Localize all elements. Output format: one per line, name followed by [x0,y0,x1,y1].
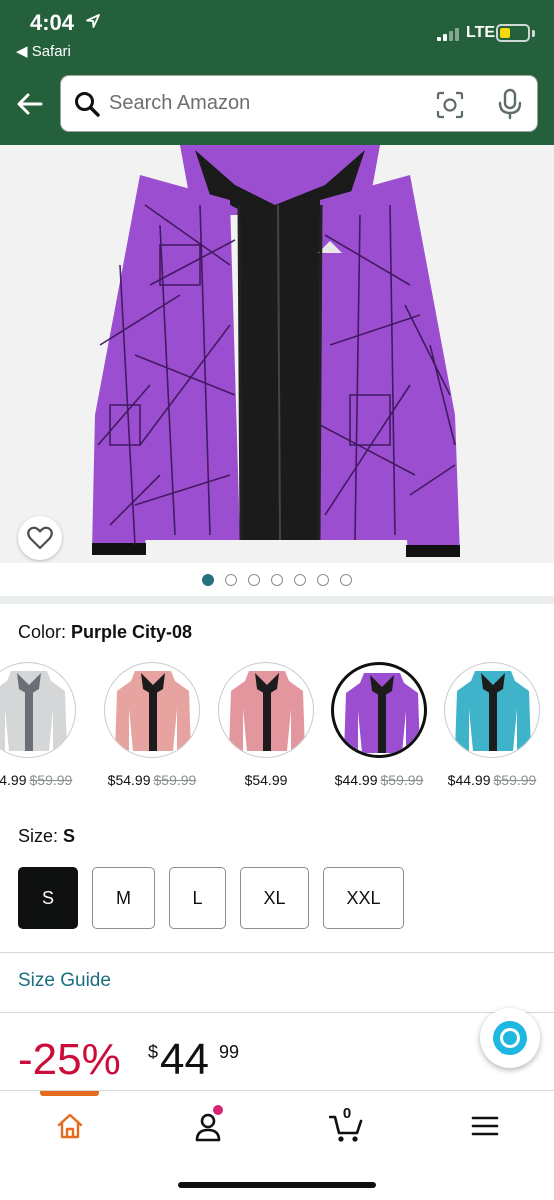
swatch-image [444,662,540,758]
product-image [92,145,460,557]
section-divider [0,596,554,604]
swatch-list-price: $59.99 [153,772,197,788]
alexa-icon [493,1021,527,1055]
top-header: 4:04 ◀ Safari LTE [0,0,554,145]
swatch-price: $44.99 $59.99 [424,772,554,788]
size-guide-link[interactable]: Size Guide [18,970,111,992]
swatch-current-price: $54.99 [244,772,288,788]
back-to-safari-link[interactable]: ◀ Safari [16,42,71,60]
color-selection-label: Color: Purple City-08 [18,622,192,643]
price-fraction: 99 [219,1042,240,1062]
swatch-price: $54.99$59.99 [0,772,96,788]
battery-level [500,28,510,38]
battery-icon [496,24,530,42]
color-label: Color: [18,622,72,642]
pagination-dot[interactable] [202,574,214,586]
battery-tip [532,30,535,37]
pagination-dot[interactable] [225,574,237,586]
swatch-image [0,662,76,758]
cart-icon [329,1115,363,1142]
network-type: LTE [466,24,496,41]
pagination-dot[interactable] [248,574,260,586]
divider [0,1012,554,1013]
color-swatch-gray[interactable]: $54.99$59.99 [0,662,82,790]
discount-percentage: -25% [18,1035,121,1084]
heart-icon [27,526,53,550]
color-swatch-pink[interactable]: $54.99 [208,662,320,790]
nav-account[interactable] [178,1105,238,1149]
color-swatches: $54.99$59.99$54.99$59.99$54.99$44.99$59.… [0,662,554,792]
size-button-s[interactable]: S [18,867,78,929]
active-tab-indicator [40,1091,99,1096]
swatch-current-price: $44.99 [447,772,491,788]
microphone-icon[interactable] [497,88,523,120]
swatch-list-price: $59.99 [29,772,73,788]
back-arrow-icon[interactable] [14,88,46,120]
search-icon [75,92,100,117]
color-value: Purple City-08 [71,622,193,642]
menu-icon [471,1116,499,1136]
nav-cart[interactable]: 0 [317,1105,377,1149]
size-button-l[interactable]: L [169,867,226,929]
status-time: 4:04 [30,10,75,35]
pagination-dot[interactable] [294,574,306,586]
search-bar[interactable] [60,75,538,132]
home-indicator [178,1182,376,1188]
cellular-signal-icon [437,27,463,41]
notification-dot [213,1105,223,1115]
search-input[interactable] [109,76,429,131]
pagination-dot[interactable] [340,574,352,586]
pagination-dot[interactable] [271,574,283,586]
alexa-button[interactable] [480,1008,540,1068]
home-icon [57,1113,83,1139]
size-selection-label: Size: S [18,826,75,847]
price-currency-symbol: $ [148,1042,159,1062]
swatch-list-price: $59.99 [493,772,537,788]
swatch-current-price: $44.99 [334,772,378,788]
product-image-carousel[interactable] [0,145,554,563]
swatch-image [104,662,200,758]
size-label: Size: [18,826,64,846]
color-swatch-teal[interactable]: $44.99 $59.99 [434,662,546,790]
wishlist-button[interactable] [18,516,62,560]
swatch-current-price: $54.99 [0,772,27,788]
camera-scan-icon[interactable] [435,90,465,120]
price-whole: 44 [160,1035,209,1084]
nav-home[interactable] [40,1105,100,1149]
color-swatch-pink-pattern[interactable]: $54.99 $59.99 [94,662,206,790]
swatch-list-price: $59.99 [380,772,424,788]
size-button-m[interactable]: M [92,867,155,929]
account-icon [195,1113,221,1142]
swatch-current-price: $54.99 [107,772,151,788]
divider [0,952,554,953]
color-swatch-purple-city[interactable]: $44.99 $59.99 [321,662,433,790]
size-button-xl[interactable]: XL [240,867,309,929]
size-button-xxl[interactable]: XXL [323,867,404,929]
swatch-image [218,662,314,758]
size-value: S [63,826,76,846]
nav-menu[interactable] [455,1105,515,1149]
swatch-image [331,662,427,758]
image-pagination-dots[interactable] [0,571,554,589]
pagination-dot[interactable] [317,574,329,586]
location-arrow-icon [86,14,100,28]
